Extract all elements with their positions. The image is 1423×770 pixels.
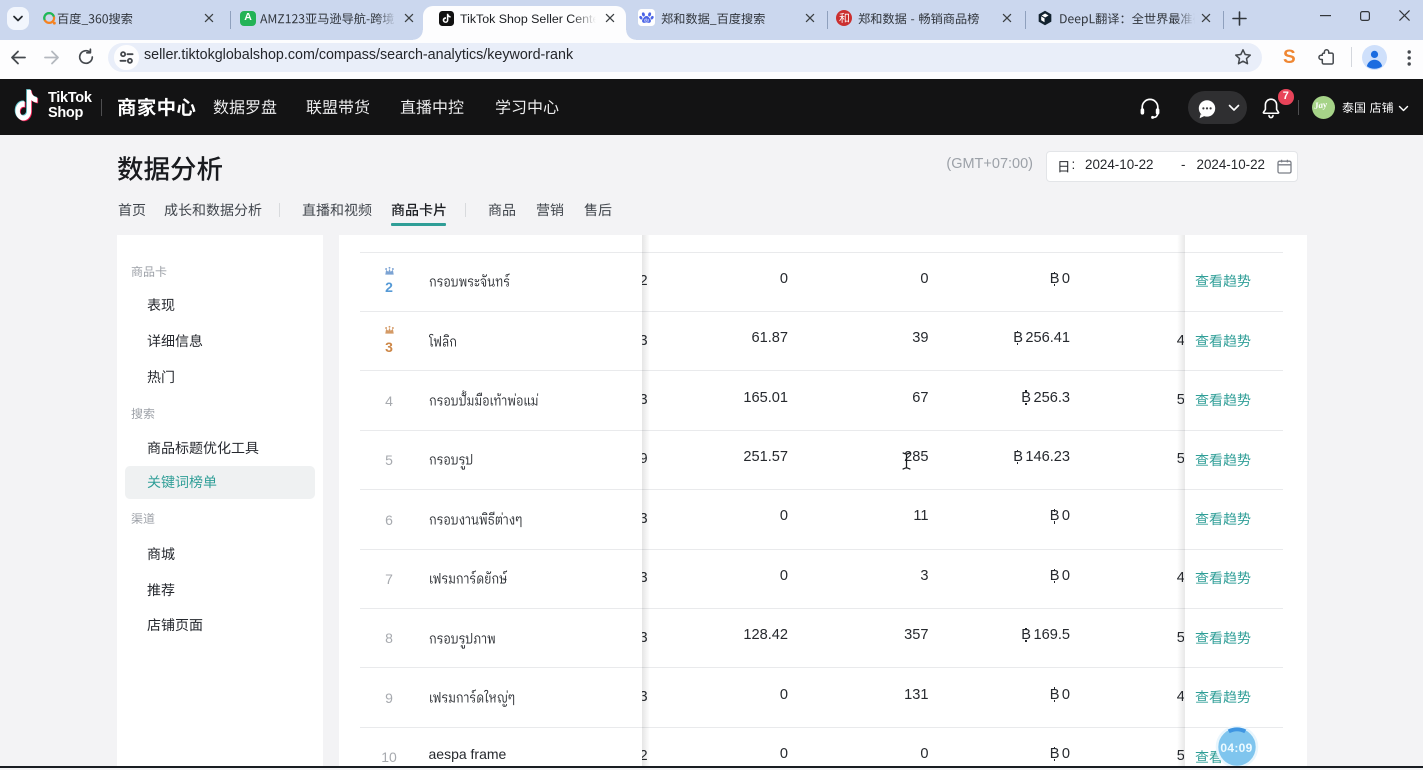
svg-text:du: du bbox=[644, 17, 650, 22]
